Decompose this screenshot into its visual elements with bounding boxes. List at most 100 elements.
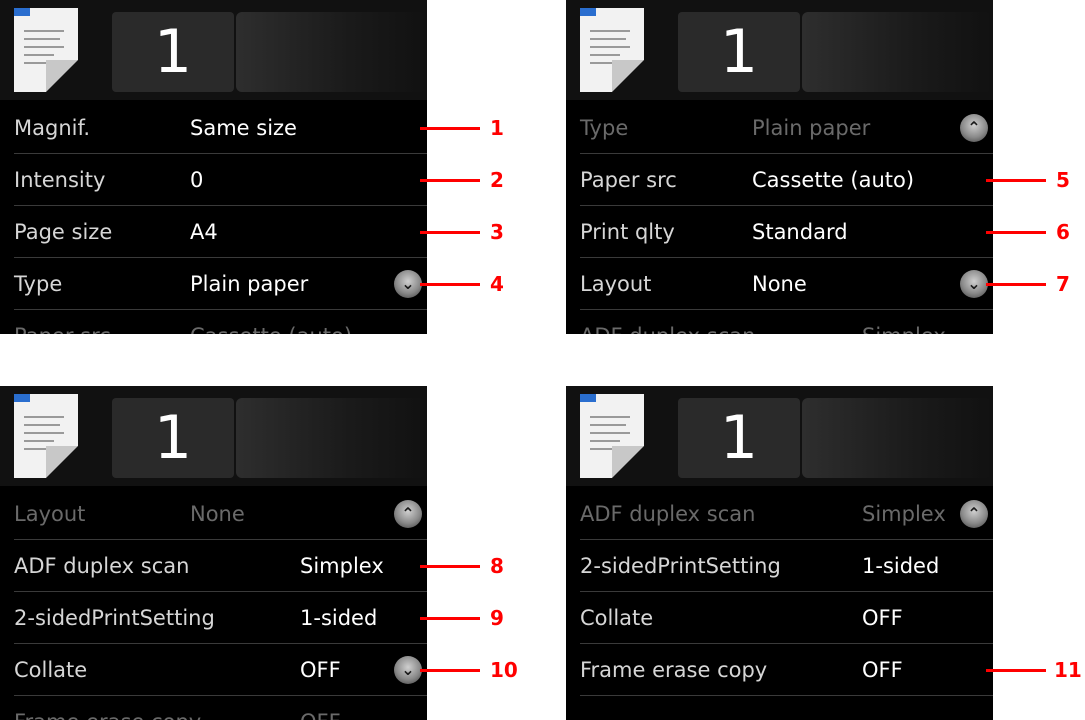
setting-label: Frame erase copy (14, 696, 201, 720)
callout-line (986, 231, 1046, 234)
copy-settings-screen-2: 1 Type Plain paper Paper src Cassette (a… (566, 0, 993, 334)
setting-label: Layout (580, 272, 652, 296)
copy-settings-screen-1: 1 Magnif. Same size Intensity 0 Page siz… (0, 0, 427, 334)
setting-label: 2-sidedPrintSetting (580, 554, 781, 578)
setting-row-adf-duplex-scan[interactable]: ADF duplex scan Simplex (566, 310, 993, 334)
scroll-down-button[interactable]: ⌄ (394, 656, 422, 684)
chevron-up-icon: ⌃ (401, 504, 415, 523)
setting-label: ADF duplex scan (580, 310, 755, 334)
setting-value: 0 (190, 168, 204, 192)
setting-label: 2-sidedPrintSetting (14, 606, 215, 630)
setting-value: Cassette (auto) (752, 168, 915, 192)
header-glow (236, 398, 426, 478)
setting-value: A4 (190, 220, 218, 244)
setting-label: Frame erase copy (580, 658, 768, 682)
callout-number: 10 (490, 658, 518, 682)
copies-count: 1 (153, 17, 193, 87)
setting-label: Magnif. (14, 116, 91, 140)
callout-number: 5 (1056, 168, 1070, 192)
document-icon (580, 8, 644, 92)
setting-label: Type (580, 116, 629, 140)
setting-label: Layout (14, 502, 86, 526)
setting-row-print-qlty[interactable]: Print qlty Standard (566, 206, 993, 258)
setting-row-2-sided-print-setting[interactable]: 2-sidedPrintSetting 1-sided (0, 592, 427, 644)
scroll-down-button[interactable]: ⌄ (394, 270, 422, 298)
setting-value: 1-sided (300, 606, 378, 630)
callout-line (420, 127, 480, 130)
callout-number: 2 (490, 168, 504, 192)
setting-label: ADF duplex scan (14, 554, 190, 578)
setting-label: Page size (14, 220, 113, 244)
setting-value: OFF (862, 606, 903, 630)
setting-row-paper-src[interactable]: Paper src Cassette (auto) (0, 310, 427, 334)
setting-row-adf-duplex-scan[interactable]: ADF duplex scan Simplex (0, 540, 427, 592)
setting-label: Paper src (14, 310, 111, 334)
header-glow (802, 398, 992, 478)
setting-value: Plain paper (190, 272, 309, 296)
callout-line (986, 283, 1046, 286)
setting-row-2-sided-print-setting[interactable]: 2-sidedPrintSetting 1-sided (566, 540, 993, 592)
callout-number: 9 (490, 606, 504, 630)
setting-value: Plain paper (752, 116, 871, 140)
chevron-up-icon: ⌃ (967, 504, 981, 523)
callout-number: 7 (1056, 272, 1070, 296)
setting-row-collate[interactable]: Collate OFF (566, 592, 993, 644)
setting-label: ADF duplex scan (580, 502, 756, 526)
callout-number: 6 (1056, 220, 1070, 244)
setting-label: Intensity (14, 168, 106, 192)
callout-number: 1 (490, 116, 504, 140)
setting-value: 1-sided (862, 554, 940, 578)
copies-count: 1 (719, 403, 759, 473)
setting-row-page-size[interactable]: Page size A4 (0, 206, 427, 258)
setting-label: Paper src (580, 168, 677, 192)
callout-line (420, 669, 480, 672)
setting-value: Simplex (862, 502, 946, 526)
setting-value: Simplex (862, 310, 946, 334)
setting-value: OFF (862, 658, 903, 682)
setting-row-adf-duplex-scan[interactable]: ADF duplex scan Simplex (566, 488, 993, 540)
callout-number: 8 (490, 554, 504, 578)
setting-label: Collate (580, 606, 654, 630)
setting-value: OFF (300, 696, 341, 720)
setting-value: Standard (752, 220, 848, 244)
setting-value: Simplex (300, 554, 384, 578)
callout-line (420, 565, 480, 568)
chevron-down-icon: ⌄ (401, 660, 415, 679)
setting-row-layout[interactable]: Layout None (0, 488, 427, 540)
document-icon (580, 394, 644, 478)
scroll-up-button[interactable]: ⌃ (960, 114, 988, 142)
header-glow (802, 12, 992, 92)
callout-line (986, 669, 1046, 672)
setting-row-frame-erase-copy[interactable]: Frame erase copy OFF (566, 644, 993, 696)
copy-settings-screen-3: 1 Layout None ADF duplex scan Simplex 2-… (0, 386, 427, 720)
document-icon (14, 394, 78, 478)
setting-value: None (190, 502, 245, 526)
header-glow (236, 12, 426, 92)
callout-line (420, 617, 480, 620)
chevron-up-icon: ⌃ (967, 118, 981, 137)
setting-row-frame-erase-copy[interactable]: Frame erase copy OFF (0, 696, 427, 720)
setting-value: Cassette (auto) (190, 310, 352, 334)
callout-line (420, 231, 480, 234)
scroll-up-button[interactable]: ⌃ (394, 500, 422, 528)
document-icon (14, 8, 78, 92)
setting-row-type[interactable]: Type Plain paper (566, 102, 993, 154)
setting-label: Collate (14, 658, 88, 682)
chevron-down-icon: ⌄ (401, 274, 415, 293)
setting-row-paper-src[interactable]: Paper src Cassette (auto) (566, 154, 993, 206)
setting-row-type[interactable]: Type Plain paper (0, 258, 427, 310)
scroll-down-button[interactable]: ⌄ (960, 270, 988, 298)
setting-label: Type (14, 272, 63, 296)
setting-row-magnif[interactable]: Magnif. Same size (0, 102, 427, 154)
copies-count: 1 (153, 403, 193, 473)
setting-value: None (752, 272, 807, 296)
setting-row-layout[interactable]: Layout None (566, 258, 993, 310)
scroll-up-button[interactable]: ⌃ (960, 500, 988, 528)
setting-row-collate[interactable]: Collate OFF (0, 644, 427, 696)
callout-line (986, 179, 1046, 182)
setting-value: OFF (300, 658, 341, 682)
setting-row-intensity[interactable]: Intensity 0 (0, 154, 427, 206)
copies-count: 1 (719, 17, 759, 87)
setting-value: Same size (190, 116, 297, 140)
callout-number: 3 (490, 220, 504, 244)
